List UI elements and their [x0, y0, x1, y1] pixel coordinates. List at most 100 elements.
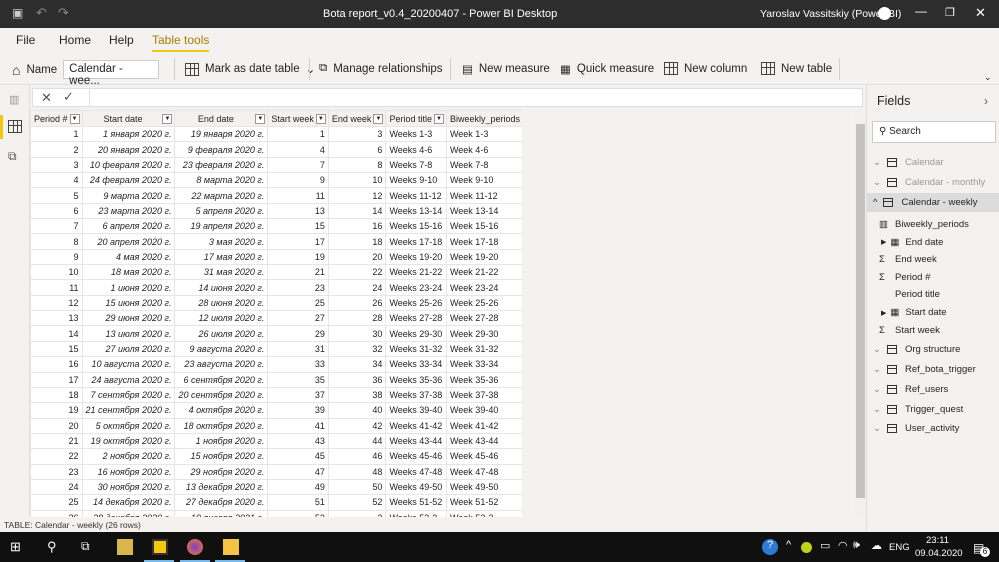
table-cell[interactable]: Weeks 35-36 — [385, 371, 447, 388]
table-cell[interactable]: 6 апреля 2020 г. — [81, 218, 176, 235]
table-cell[interactable]: 7 — [267, 156, 329, 174]
avatar[interactable] — [878, 7, 891, 20]
table-cell[interactable]: 46 — [327, 448, 387, 465]
table-cell[interactable]: 14 июня 2020 г. — [174, 279, 269, 296]
table-cell[interactable]: 17 — [267, 233, 329, 250]
field-column[interactable]: ▶ ▦ End date — [867, 233, 999, 252]
table-row[interactable]: 13 29 июня 2020 г. 12 июля 2020 г. 27 28 Week… — [30, 310, 522, 327]
table-row[interactable]: 11 1 июня 2020 г. 14 июня 2020 г. 23 24 Weeks… — [30, 279, 522, 296]
table-row[interactable]: 2 20 января 2020 г. 9 февраля 2020 г. 4 6 Wee… — [30, 141, 522, 158]
cancel-icon[interactable]: ✕ — [41, 90, 52, 106]
wifi-icon[interactable]: ◠ — [838, 539, 854, 555]
table-cell[interactable]: 24 августа 2020 г. — [81, 371, 176, 388]
table-cell[interactable]: 24 — [327, 279, 387, 296]
filter-dropdown-icon[interactable]: ▼ — [373, 114, 384, 124]
table-cell[interactable]: 3 — [327, 125, 387, 143]
table-cell[interactable]: Weeks 11-12 — [385, 187, 447, 204]
table-cell[interactable]: Weeks 19-20 — [385, 248, 447, 266]
table-cell[interactable]: Week 4-6 — [445, 141, 522, 158]
table-cell[interactable]: 26 июля 2020 г. — [174, 325, 269, 342]
field-table[interactable]: ⌄ Ref_bota_trigger — [867, 360, 999, 379]
table-cell[interactable]: Week 33-34 — [445, 356, 522, 373]
table-cell[interactable]: 8 марта 2020 г. — [174, 172, 269, 189]
tray-app-icon[interactable] — [801, 542, 812, 553]
table-cell[interactable]: 17 мая 2020 г. — [174, 248, 269, 266]
task-view-icon[interactable]: ⧉ — [81, 539, 97, 555]
table-row[interactable]: 94 мая 2020 г. 17 мая 2020 г. 19 20 Weeks 19… — [30, 248, 522, 266]
table-row[interactable]: 2628 декабря 2020 г.10 января 2021 г.532… — [30, 509, 522, 517]
field-table[interactable]: ⌄ Calendar - monthly — [867, 173, 999, 192]
table-cell[interactable]: Week 47-48 — [445, 463, 522, 480]
table-row[interactable]: 18 7 сентября 2020 г. 20 сентября 2020 г. 3… — [30, 386, 522, 404]
restore-button[interactable]: ❐ — [945, 6, 955, 19]
table-cell[interactable]: 27 декабря 2020 г. — [174, 494, 269, 511]
table-cell[interactable]: 13 декабря 2020 г. — [174, 478, 269, 496]
table-cell[interactable]: Week 27-28 — [445, 310, 522, 327]
table-cell[interactable]: 51 — [267, 494, 329, 511]
table-cell[interactable]: Week 11-12 — [445, 187, 522, 204]
table-cell[interactable]: 24 февраля 2020 г. — [81, 172, 176, 189]
minimize-button[interactable]: — — [915, 4, 927, 18]
table-cell[interactable]: 31 — [267, 340, 329, 358]
table-cell[interactable]: 21 сентября 2020 г. — [81, 402, 176, 419]
formula-bar[interactable]: ✕ ✓ — [32, 88, 863, 107]
table-cell[interactable]: 7 сентября 2020 г. — [81, 386, 176, 404]
field-table-expanded[interactable]: ^ Calendar - weekly — [867, 193, 999, 212]
table-cell[interactable]: 20 сентября 2020 г. — [174, 386, 269, 404]
close-button[interactable]: ✕ — [975, 5, 986, 21]
tab-file[interactable]: File — [16, 33, 35, 47]
table-cell[interactable]: 11 — [30, 279, 83, 296]
firefox-icon[interactable] — [187, 539, 203, 555]
table-cell[interactable]: Weeks 21-22 — [385, 264, 447, 281]
table-cell[interactable]: Weeks 33-34 — [385, 356, 447, 373]
table-cell[interactable]: 5 — [30, 187, 83, 204]
field-table[interactable]: ⌄ Ref_users — [867, 380, 999, 399]
new-table-button[interactable]: New table — [761, 62, 832, 75]
table-row[interactable]: 8 20 апреля 2020 г. 3 мая 2020 г. 17 18 Weeks… — [30, 233, 522, 250]
table-cell[interactable]: 6 — [30, 202, 83, 220]
scrollbar-thumb[interactable] — [856, 124, 865, 498]
table-row[interactable]: 14 13 июля 2020 г. 26 июля 2020 г. 29 30 Week… — [30, 325, 522, 342]
field-column[interactable]: Σ Start week — [867, 321, 999, 340]
column-header[interactable]: End week ▼ — [327, 110, 387, 127]
table-cell[interactable]: 38 — [327, 386, 387, 404]
fields-search-input[interactable]: ⚲ Search — [872, 121, 996, 143]
table-cell[interactable]: Week 37-38 — [445, 386, 522, 404]
table-cell[interactable]: 4 — [30, 172, 83, 189]
table-cell[interactable]: Week 19-20 — [445, 248, 522, 266]
app-icon[interactable] — [117, 539, 133, 555]
table-cell[interactable]: Week 23-24 — [445, 279, 522, 296]
table-cell[interactable]: 44 — [327, 432, 387, 450]
table-cell[interactable]: 39 — [267, 402, 329, 419]
table-cell[interactable]: 10 января 2021 г. — [174, 509, 269, 517]
table-cell[interactable]: 15 — [30, 340, 83, 358]
battery-icon[interactable]: ▭ — [820, 539, 836, 555]
table-cell[interactable]: 32 — [327, 340, 387, 358]
collapse-pane-icon[interactable]: › — [984, 94, 988, 108]
field-column[interactable]: Σ Period # — [867, 268, 999, 287]
table-cell[interactable]: 22 — [30, 448, 83, 465]
table-cell[interactable]: 19 апреля 2020 г. — [174, 218, 269, 235]
table-cell[interactable]: Weeks 27-28 — [385, 310, 447, 327]
table-cell[interactable]: Week 39-40 — [445, 402, 522, 419]
table-cell[interactable]: 9 марта 2020 г. — [81, 187, 176, 204]
table-cell[interactable]: Weeks 13-14 — [385, 202, 447, 220]
table-cell[interactable]: Week 9-10 — [445, 172, 522, 189]
table-cell[interactable]: 15 — [267, 218, 329, 235]
windows-start-icon[interactable]: ⊞ — [10, 539, 26, 555]
table-cell[interactable]: 24 — [30, 478, 83, 496]
table-cell[interactable]: 8 — [30, 233, 83, 250]
table-cell[interactable]: 27 — [267, 310, 329, 327]
table-cell[interactable]: Weeks 51-52 — [385, 494, 447, 511]
field-table[interactable]: ⌄ Trigger_quest — [867, 400, 999, 419]
table-cell[interactable]: 10 — [30, 264, 83, 281]
table-cell[interactable]: 2 — [30, 141, 83, 158]
table-cell[interactable]: 19 октября 2020 г. — [81, 432, 176, 450]
table-cell[interactable]: 16 ноября 2020 г. — [81, 463, 176, 480]
table-row[interactable]: 3 10 февраля 2020 г. 23 февраля 2020 г. 7 8 W… — [30, 156, 522, 174]
table-cell[interactable]: Week 45-46 — [445, 448, 522, 465]
column-header[interactable]: Start week ▼ — [267, 110, 329, 127]
table-cell[interactable]: Weeks 7-8 — [385, 156, 447, 174]
filter-dropdown-icon[interactable]: ▼ — [255, 114, 266, 124]
table-cell[interactable]: 22 — [327, 264, 387, 281]
